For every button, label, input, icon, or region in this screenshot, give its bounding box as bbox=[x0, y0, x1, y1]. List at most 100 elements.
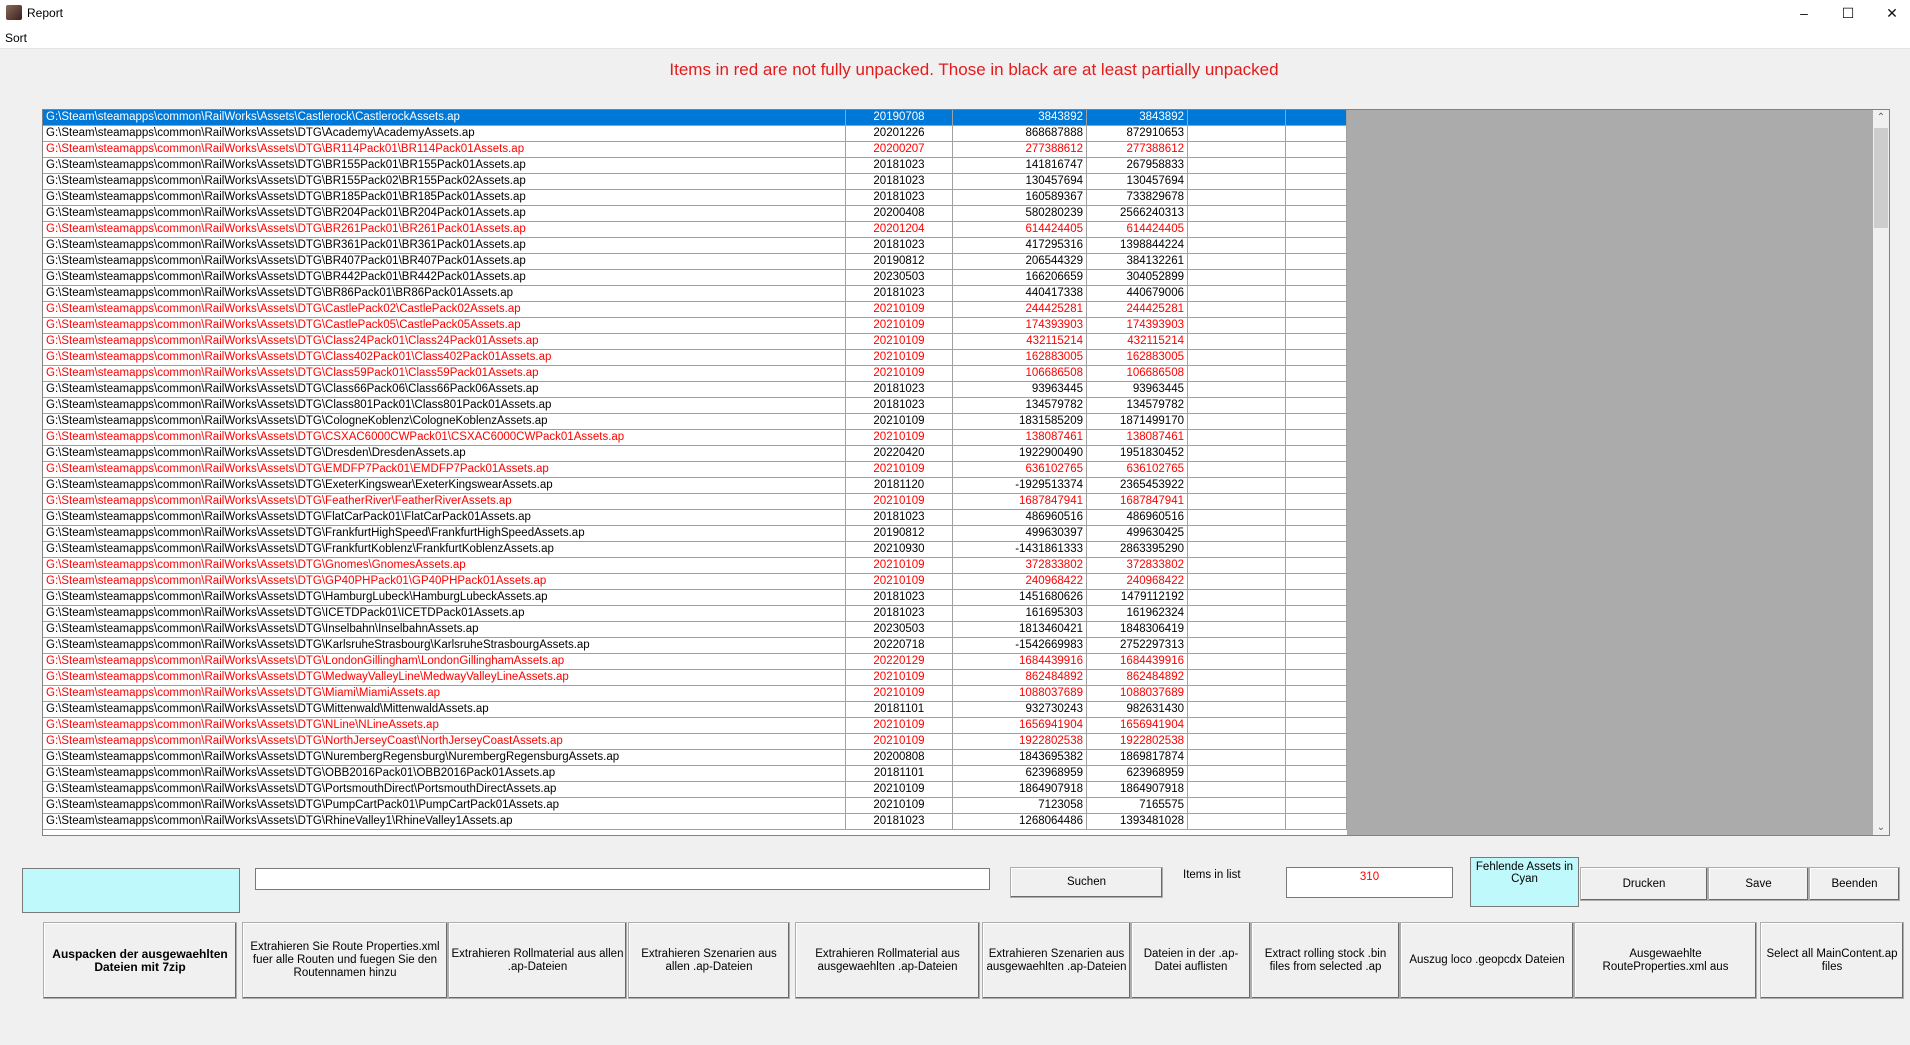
list-row[interactable]: G:\Steam\steamapps\common\RailWorks\Asse… bbox=[43, 318, 1347, 334]
size2-cell: 161962324 bbox=[1087, 606, 1188, 622]
size1-cell: 868687888 bbox=[953, 126, 1087, 142]
list-row[interactable]: G:\Steam\steamapps\common\RailWorks\Asse… bbox=[43, 414, 1347, 430]
list-row[interactable]: G:\Steam\steamapps\common\RailWorks\Asse… bbox=[43, 542, 1347, 558]
size2-cell: 93963445 bbox=[1087, 382, 1188, 398]
list-ap-files-button[interactable]: Dateien in der .ap-Datei auflisten bbox=[1131, 922, 1251, 999]
path-cell: G:\Steam\steamapps\common\RailWorks\Asse… bbox=[43, 238, 846, 254]
empty-cell bbox=[1188, 414, 1286, 430]
size1-cell: 162883005 bbox=[953, 350, 1087, 366]
list-row[interactable]: G:\Steam\steamapps\common\RailWorks\Asse… bbox=[43, 590, 1347, 606]
scroll-down-icon[interactable]: ⌄ bbox=[1873, 822, 1889, 833]
size2-cell: 174393903 bbox=[1087, 318, 1188, 334]
path-cell: G:\Steam\steamapps\common\RailWorks\Asse… bbox=[43, 286, 846, 302]
size1-cell: 1451680626 bbox=[953, 590, 1087, 606]
date-cell: 20181023 bbox=[846, 398, 953, 414]
extract-selected-route-properties-button[interactable]: Ausgewaehlte RouteProperties.xml aus bbox=[1574, 922, 1757, 999]
path-cell: G:\Steam\steamapps\common\RailWorks\Asse… bbox=[43, 350, 846, 366]
empty-cell bbox=[1188, 254, 1286, 270]
maximize-icon[interactable]: ☐ bbox=[1826, 0, 1870, 26]
path-cell: G:\Steam\steamapps\common\RailWorks\Asse… bbox=[43, 302, 846, 318]
menu-sort[interactable]: Sort bbox=[5, 31, 27, 45]
close-icon[interactable]: ✕ bbox=[1870, 0, 1910, 26]
list-row[interactable]: G:\Steam\steamapps\common\RailWorks\Asse… bbox=[43, 574, 1347, 590]
size1-cell: 417295316 bbox=[953, 238, 1087, 254]
empty-cell bbox=[1286, 782, 1347, 798]
size1-cell: 614424405 bbox=[953, 222, 1087, 238]
date-cell: 20210109 bbox=[846, 798, 953, 814]
extract-bin-files-button[interactable]: Extract rolling stock .bin files from se… bbox=[1251, 922, 1400, 999]
list-row[interactable]: G:\Steam\steamapps\common\RailWorks\Asse… bbox=[43, 510, 1347, 526]
list-row[interactable]: G:\Steam\steamapps\common\RailWorks\Asse… bbox=[43, 670, 1347, 686]
list-row[interactable]: G:\Steam\steamapps\common\RailWorks\Asse… bbox=[43, 366, 1347, 382]
scroll-up-icon[interactable]: ⌃ bbox=[1873, 112, 1889, 123]
extract-geopcdx-button[interactable]: Auszug loco .geopcdx Dateien bbox=[1400, 922, 1574, 999]
list-row[interactable]: G:\Steam\steamapps\common\RailWorks\Asse… bbox=[43, 158, 1347, 174]
empty-cell bbox=[1188, 782, 1286, 798]
extract-scenarios-selected-button[interactable]: Extrahieren Szenarien aus ausgewaehlten … bbox=[982, 922, 1131, 999]
vertical-scrollbar[interactable]: ⌃ ⌄ bbox=[1873, 110, 1889, 835]
list-row[interactable]: G:\Steam\steamapps\common\RailWorks\Asse… bbox=[43, 782, 1347, 798]
list-row[interactable]: G:\Steam\steamapps\common\RailWorks\Asse… bbox=[43, 286, 1347, 302]
date-cell: 20210109 bbox=[846, 462, 953, 478]
list-row[interactable]: G:\Steam\steamapps\common\RailWorks\Asse… bbox=[43, 126, 1347, 142]
list-row[interactable]: G:\Steam\steamapps\common\RailWorks\Asse… bbox=[43, 350, 1347, 366]
list-row[interactable]: G:\Steam\steamapps\common\RailWorks\Asse… bbox=[43, 686, 1347, 702]
list-row[interactable]: G:\Steam\steamapps\common\RailWorks\Asse… bbox=[43, 526, 1347, 542]
list-row[interactable]: G:\Steam\steamapps\common\RailWorks\Asse… bbox=[43, 190, 1347, 206]
path-cell: G:\Steam\steamapps\common\RailWorks\Asse… bbox=[43, 734, 846, 750]
size1-cell: -1929513374 bbox=[953, 478, 1087, 494]
date-cell: 20210109 bbox=[846, 718, 953, 734]
extract-rolling-stock-selected-button[interactable]: Extrahieren Rollmaterial aus ausgewaehlt… bbox=[795, 922, 980, 999]
list-row[interactable]: G:\Steam\steamapps\common\RailWorks\Asse… bbox=[43, 798, 1347, 814]
list-row[interactable]: G:\Steam\steamapps\common\RailWorks\Asse… bbox=[43, 206, 1347, 222]
list-row[interactable]: G:\Steam\steamapps\common\RailWorks\Asse… bbox=[43, 430, 1347, 446]
list-row[interactable]: G:\Steam\steamapps\common\RailWorks\Asse… bbox=[43, 766, 1347, 782]
list-row[interactable]: G:\Steam\steamapps\common\RailWorks\Asse… bbox=[43, 302, 1347, 318]
unpack-7zip-button[interactable]: Auspacken der ausgewaehlten Dateien mit … bbox=[43, 922, 237, 999]
extract-scenarios-all-button[interactable]: Extrahieren Szenarien aus allen .ap-Date… bbox=[628, 922, 790, 999]
asset-grid[interactable]: G:\Steam\steamapps\common\RailWorks\Asse… bbox=[43, 110, 1347, 835]
print-button[interactable]: Drucken bbox=[1580, 867, 1708, 901]
empty-cell bbox=[1286, 110, 1347, 126]
size1-cell: 1813460421 bbox=[953, 622, 1087, 638]
size2-cell: 982631430 bbox=[1087, 702, 1188, 718]
list-row[interactable]: G:\Steam\steamapps\common\RailWorks\Asse… bbox=[43, 174, 1347, 190]
list-row[interactable]: G:\Steam\steamapps\common\RailWorks\Asse… bbox=[43, 270, 1347, 286]
list-row[interactable]: G:\Steam\steamapps\common\RailWorks\Asse… bbox=[43, 398, 1347, 414]
list-row[interactable]: G:\Steam\steamapps\common\RailWorks\Asse… bbox=[43, 446, 1347, 462]
date-cell: 20181101 bbox=[846, 702, 953, 718]
save-button[interactable]: Save bbox=[1708, 867, 1809, 901]
list-row[interactable]: G:\Steam\steamapps\common\RailWorks\Asse… bbox=[43, 638, 1347, 654]
list-row[interactable]: G:\Steam\steamapps\common\RailWorks\Asse… bbox=[43, 382, 1347, 398]
list-row[interactable]: G:\Steam\steamapps\common\RailWorks\Asse… bbox=[43, 494, 1347, 510]
list-row[interactable]: G:\Steam\steamapps\common\RailWorks\Asse… bbox=[43, 478, 1347, 494]
search-input[interactable] bbox=[255, 868, 990, 890]
list-row[interactable]: G:\Steam\steamapps\common\RailWorks\Asse… bbox=[43, 622, 1347, 638]
date-cell: 20181023 bbox=[846, 238, 953, 254]
scroll-thumb[interactable] bbox=[1874, 128, 1888, 228]
search-button[interactable]: Suchen bbox=[1010, 867, 1163, 898]
minimize-icon[interactable]: – bbox=[1782, 0, 1826, 26]
list-row[interactable]: G:\Steam\steamapps\common\RailWorks\Asse… bbox=[43, 462, 1347, 478]
list-row[interactable]: G:\Steam\steamapps\common\RailWorks\Asse… bbox=[43, 334, 1347, 350]
list-row[interactable]: G:\Steam\steamapps\common\RailWorks\Asse… bbox=[43, 558, 1347, 574]
select-main-content-button[interactable]: Select all MainContent.ap files bbox=[1760, 922, 1904, 999]
list-row[interactable]: G:\Steam\steamapps\common\RailWorks\Asse… bbox=[43, 814, 1347, 830]
extract-rolling-stock-all-button[interactable]: Extrahieren Rollmaterial aus allen .ap-D… bbox=[448, 922, 627, 999]
list-row[interactable]: G:\Steam\steamapps\common\RailWorks\Asse… bbox=[43, 718, 1347, 734]
empty-cell bbox=[1286, 158, 1347, 174]
list-row[interactable]: G:\Steam\steamapps\common\RailWorks\Asse… bbox=[43, 702, 1347, 718]
extract-route-properties-all-button[interactable]: Extrahieren Sie Route Properties.xml fue… bbox=[242, 922, 448, 999]
size1-cell: 141816747 bbox=[953, 158, 1087, 174]
list-row[interactable]: G:\Steam\steamapps\common\RailWorks\Asse… bbox=[43, 254, 1347, 270]
list-row[interactable]: G:\Steam\steamapps\common\RailWorks\Asse… bbox=[43, 606, 1347, 622]
quit-button[interactable]: Beenden bbox=[1809, 867, 1900, 901]
list-row[interactable]: G:\Steam\steamapps\common\RailWorks\Asse… bbox=[43, 142, 1347, 158]
list-row[interactable]: G:\Steam\steamapps\common\RailWorks\Asse… bbox=[43, 238, 1347, 254]
list-row[interactable]: G:\Steam\steamapps\common\RailWorks\Asse… bbox=[43, 734, 1347, 750]
list-row[interactable]: G:\Steam\steamapps\common\RailWorks\Asse… bbox=[43, 222, 1347, 238]
list-row[interactable]: G:\Steam\steamapps\common\RailWorks\Asse… bbox=[43, 654, 1347, 670]
list-row[interactable]: G:\Steam\steamapps\common\RailWorks\Asse… bbox=[43, 110, 1347, 126]
list-row[interactable]: G:\Steam\steamapps\common\RailWorks\Asse… bbox=[43, 750, 1347, 766]
asset-list[interactable]: G:\Steam\steamapps\common\RailWorks\Asse… bbox=[42, 109, 1890, 836]
